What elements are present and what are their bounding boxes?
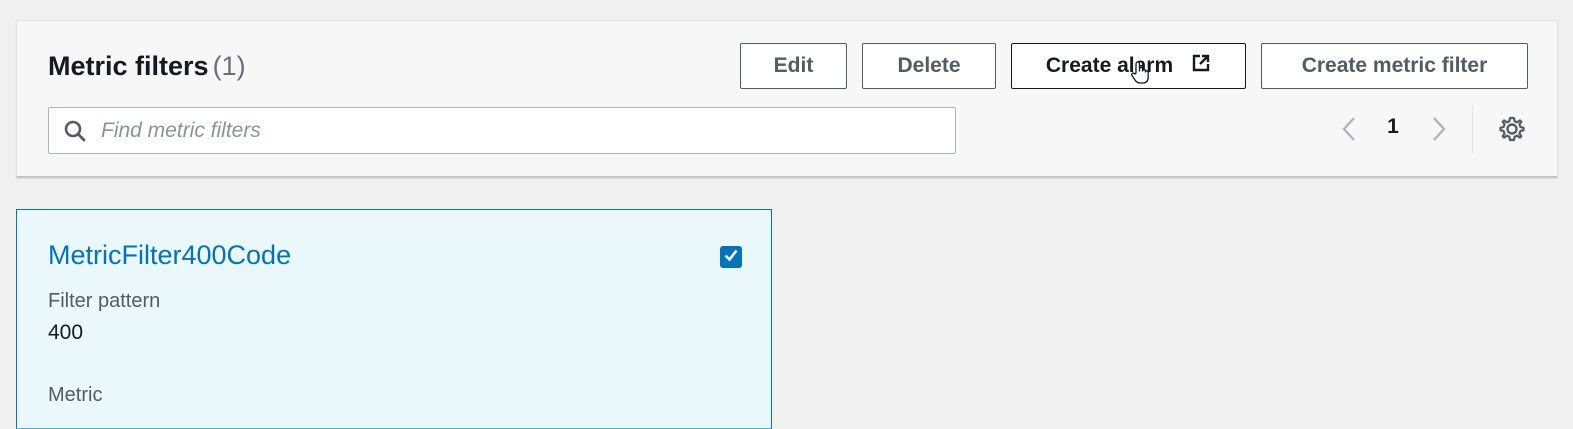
gear-icon [1498, 115, 1526, 148]
search-box[interactable] [48, 107, 956, 154]
page-title: Metric filters (1) [48, 51, 246, 82]
search-input[interactable] [101, 108, 941, 153]
metric-filter-card[interactable]: MetricFilter400Code Filter pattern 400 M… [16, 209, 772, 429]
create-alarm-label: Create alarm [1045, 54, 1174, 77]
metric-label: Metric [48, 384, 103, 406]
filter-pattern-label: Filter pattern [48, 290, 161, 312]
current-page-number[interactable]: 1 [1379, 115, 1407, 139]
chevron-left-icon [1341, 116, 1357, 147]
preferences-button[interactable] [1495, 111, 1529, 151]
chevron-right-icon [1431, 116, 1447, 147]
previous-page-button[interactable] [1335, 111, 1363, 151]
card-select-checkbox[interactable] [720, 246, 742, 268]
filter-count: (1) [212, 51, 246, 81]
delete-button[interactable]: Delete [862, 43, 996, 89]
pagination-divider [1472, 105, 1473, 153]
page-title-text: Metric filters [48, 51, 209, 81]
filter-pattern-value: 400 [48, 321, 84, 344]
metric-filters-header-panel: Metric filters (1) Edit Delete Create ala… [16, 20, 1558, 178]
create-metric-filter-button[interactable]: Create metric filter [1261, 43, 1528, 89]
create-alarm-button[interactable]: Create alarm [1011, 43, 1246, 89]
external-link-icon [1191, 53, 1211, 73]
search-icon [63, 119, 87, 148]
checkmark-icon [723, 247, 739, 268]
next-page-button[interactable] [1425, 111, 1453, 151]
metric-filter-name-link[interactable]: MetricFilter400Code [48, 240, 291, 271]
edit-button[interactable]: Edit [740, 43, 847, 89]
